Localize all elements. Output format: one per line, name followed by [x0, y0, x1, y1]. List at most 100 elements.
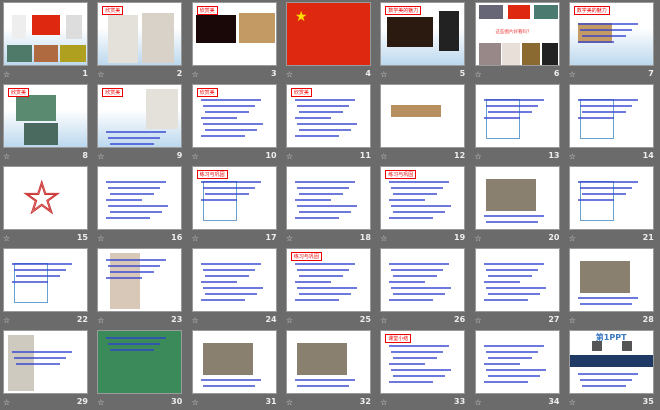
slide-thumbnail[interactable]	[97, 330, 183, 394]
slide-transition-star-icon[interactable]: ☆	[192, 70, 199, 79]
slide-transition-star-icon[interactable]: ☆	[192, 398, 199, 407]
text-line	[108, 343, 161, 345]
slide-transition-star-icon[interactable]: ☆	[97, 398, 104, 407]
slide-cell: 欣赏美 ☆ 10	[189, 82, 281, 164]
slide-thumbnail[interactable]: 课堂小结	[380, 330, 466, 394]
text-line	[577, 297, 638, 299]
slide-cell: ☆ 31	[189, 328, 281, 410]
dark-photo	[195, 15, 236, 43]
slide-thumbnail[interactable]	[568, 166, 654, 230]
slide-transition-star-icon[interactable]: ☆	[192, 316, 199, 325]
slide-transition-star-icon[interactable]: ☆	[475, 234, 482, 243]
slide-transition-star-icon[interactable]: ☆	[569, 234, 576, 243]
slide-cell: 欣赏美 ☆ 8	[0, 82, 92, 164]
slide-transition-star-icon[interactable]: ☆	[569, 152, 576, 161]
slide-thumbnail[interactable]: 练习与巩固	[285, 248, 371, 312]
statue-photo	[439, 11, 460, 51]
text-line	[202, 287, 263, 289]
slide-thumbnail[interactable]: 欣赏美	[191, 2, 277, 66]
slide-thumbnail[interactable]	[568, 248, 654, 312]
slide-thumbnail[interactable]: ☆	[3, 166, 88, 230]
slide-thumbnail[interactable]: 欣赏美	[97, 84, 183, 148]
slide-thumbnail[interactable]	[285, 166, 371, 230]
slide-transition-star-icon[interactable]: ☆	[569, 70, 576, 79]
slide-thumbnail[interactable]: 练习与巩固	[191, 166, 277, 230]
slide-transition-star-icon[interactable]: ☆	[192, 152, 199, 161]
slide-thumbnail[interactable]	[474, 166, 560, 230]
slide-transition-star-icon[interactable]: ☆	[569, 398, 576, 407]
text-line	[483, 345, 544, 347]
slide-thumbnail[interactable]	[568, 84, 654, 148]
slide-transition-star-icon[interactable]: ☆	[475, 316, 482, 325]
slide-transition-star-icon[interactable]: ☆	[97, 316, 104, 325]
slide-cell: 练习与巩固 ☆ 25	[283, 246, 375, 328]
slide-title: 课堂小结	[385, 334, 412, 343]
slide-thumbnail[interactable]	[474, 330, 560, 394]
text-line	[577, 99, 638, 101]
slide-transition-star-icon[interactable]: ☆	[380, 234, 387, 243]
slide-number: 7	[648, 69, 654, 78]
slide-thumbnail[interactable]: 这些图片好看吗？	[474, 2, 560, 66]
slide-thumbnail[interactable]: 欣赏美	[3, 84, 88, 148]
slide-transition-star-icon[interactable]: ☆	[380, 152, 387, 161]
slide-transition-star-icon[interactable]: ☆	[380, 316, 387, 325]
slide-title: 欣赏美	[102, 6, 124, 15]
slide-transition-star-icon[interactable]: ☆	[3, 398, 10, 407]
text-line	[483, 281, 520, 283]
text-line	[577, 117, 614, 119]
slide-number: 24	[265, 315, 277, 324]
slide-thumbnail[interactable]: 欣赏美	[191, 84, 277, 148]
slide-thumbnail[interactable]	[3, 248, 88, 312]
slide-thumbnail[interactable]	[380, 248, 466, 312]
slide-thumbnail[interactable]	[191, 248, 277, 312]
slide-thumbnail[interactable]: 欣赏美	[97, 2, 183, 66]
ppt-logo: 第1PPT	[595, 333, 627, 342]
slide-cell: 练习与巩固 ☆ 17	[189, 164, 281, 246]
text-line	[294, 263, 355, 265]
slide-cell: ☆ 22	[0, 246, 92, 328]
slide-transition-star-icon[interactable]: ☆	[286, 398, 293, 407]
slide-thumbnail[interactable]: 欣赏美	[285, 84, 371, 148]
slide-thumbnail[interactable]	[3, 2, 88, 66]
slide-thumbnail[interactable]	[474, 84, 560, 148]
slide-transition-star-icon[interactable]: ☆	[475, 398, 482, 407]
slide-transition-star-icon[interactable]: ☆	[380, 398, 387, 407]
slide-thumbnail[interactable]	[3, 330, 88, 394]
slide-transition-star-icon[interactable]: ☆	[475, 152, 482, 161]
text-line	[487, 293, 540, 295]
slide-thumbnail[interactable]	[285, 330, 371, 394]
slide-transition-star-icon[interactable]: ☆	[3, 152, 10, 161]
slide-transition-star-icon[interactable]: ☆	[380, 70, 387, 79]
slide-thumbnail[interactable]	[191, 330, 277, 394]
slide-thumbnail[interactable]	[474, 248, 560, 312]
slide-transition-star-icon[interactable]: ☆	[475, 70, 482, 79]
slide-thumbnail[interactable]: 练习与巩固	[380, 166, 466, 230]
slide-transition-star-icon[interactable]: ☆	[286, 70, 293, 79]
slide-transition-star-icon[interactable]: ☆	[286, 234, 293, 243]
slide-transition-star-icon[interactable]: ☆	[97, 234, 104, 243]
slide-transition-star-icon[interactable]: ☆	[192, 234, 199, 243]
slide-transition-star-icon[interactable]: ☆	[97, 70, 104, 79]
slide-transition-star-icon[interactable]: ☆	[97, 152, 104, 161]
slide-transition-star-icon[interactable]: ☆	[569, 316, 576, 325]
slide-thumbnail[interactable]: 第1PPT	[568, 330, 654, 394]
slide-transition-star-icon[interactable]: ☆	[3, 316, 10, 325]
photo	[7, 45, 32, 62]
slide-thumbnail[interactable]	[97, 248, 183, 312]
slide-number: 21	[642, 233, 654, 242]
photo	[478, 43, 501, 65]
text-line	[294, 217, 339, 219]
text-line	[14, 357, 66, 359]
slide-transition-star-icon[interactable]: ☆	[286, 152, 293, 161]
slide-thumbnail[interactable]: ★	[285, 2, 371, 66]
slide-thumbnail[interactable]: 数学美的魅力	[568, 2, 654, 66]
slide-number: 28	[642, 315, 654, 324]
text-line	[391, 205, 452, 207]
slide-transition-star-icon[interactable]: ☆	[3, 234, 10, 243]
slide-transition-star-icon[interactable]: ☆	[3, 70, 10, 79]
slide-transition-star-icon[interactable]: ☆	[286, 316, 293, 325]
slide-thumbnail[interactable]	[97, 166, 183, 230]
slide-thumbnail[interactable]	[380, 84, 466, 148]
slide-thumbnail[interactable]: 数学美的魅力	[380, 2, 466, 66]
text-line	[485, 105, 538, 107]
